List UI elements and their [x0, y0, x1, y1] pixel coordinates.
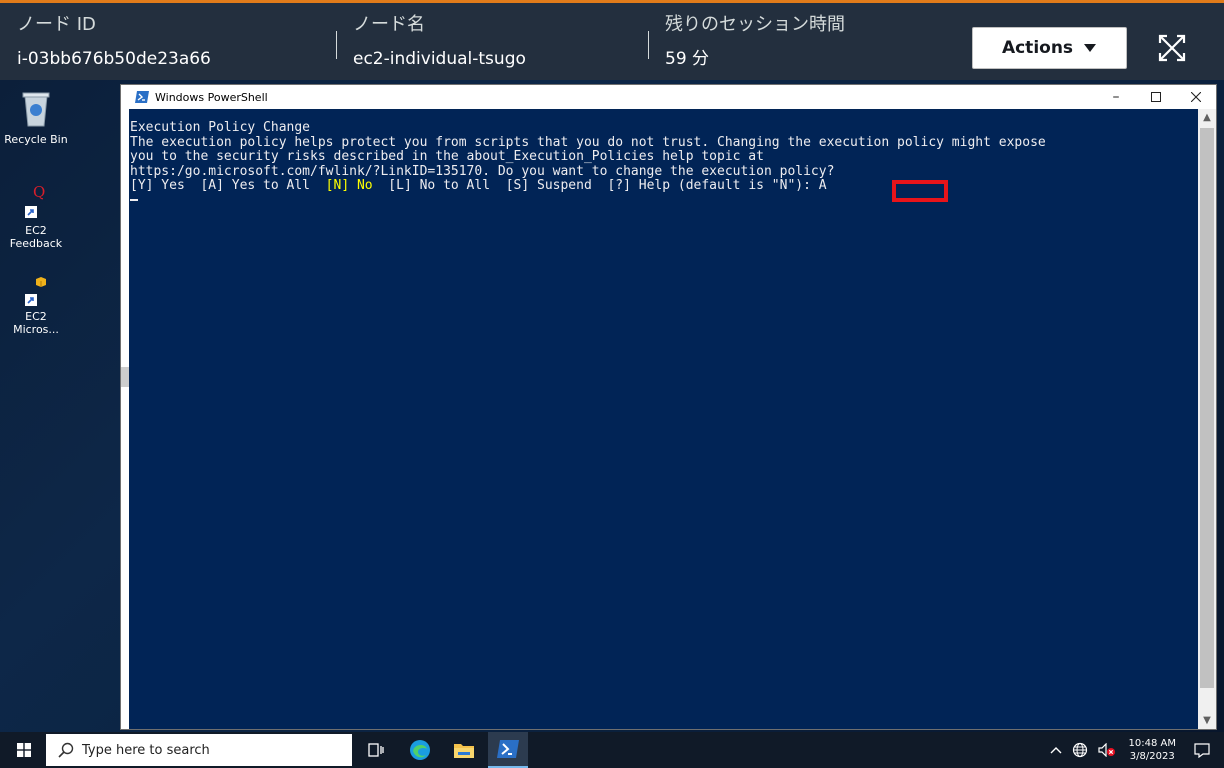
notification-icon: [1194, 742, 1210, 758]
clock-time: 10:48 AM: [1128, 738, 1176, 749]
clock-date: 3/8/2023: [1129, 751, 1175, 762]
divider: [648, 31, 649, 59]
cursor-line: [130, 194, 1196, 209]
desktop-icon-label: Recycle Bin: [4, 133, 68, 146]
minimize-button[interactable]: –: [1096, 85, 1136, 109]
close-icon: [1191, 92, 1201, 102]
prompt-options: [Y] Yes [A] Yes to All: [130, 178, 326, 193]
shortcut-arrow-icon: [25, 294, 37, 306]
window-titlebar[interactable]: Windows PowerShell –: [121, 85, 1216, 109]
node-name-section: ノード名 ec2-individual-tsugo: [353, 13, 526, 71]
scroll-down-arrow-icon[interactable]: ▼: [1198, 712, 1216, 729]
caret-down-icon: [1084, 44, 1097, 52]
tray-expand-button[interactable]: [1045, 746, 1067, 754]
speaker-muted-icon: [1097, 743, 1115, 757]
console-line: https:/go.microsoft.com/fwlink/?LinkID=1…: [130, 163, 835, 179]
left-scroll-strip: [121, 109, 129, 729]
notifications-button[interactable]: [1184, 742, 1224, 758]
close-button[interactable]: [1176, 85, 1216, 109]
prompt-options: [L] No to All [S] Suspend [?] Help (defa…: [372, 178, 819, 193]
console-output[interactable]: Execution Policy Change The execution pol…: [130, 121, 1196, 721]
maximize-icon: [1151, 92, 1161, 102]
system-tray: 10:48 AM 3/8/2023: [1045, 732, 1224, 768]
globe-icon: [1072, 742, 1087, 758]
prompt-options-line: [Y] Yes [A] Yes to All [N] No [L] No to …: [130, 178, 1196, 194]
node-name-value: ec2-individual-tsugo: [353, 49, 526, 69]
scrollbar-thumb[interactable]: [1200, 128, 1214, 688]
shortcut-arrow-icon: [25, 206, 37, 218]
ec2-package-icon: [19, 276, 53, 308]
edge-icon: [410, 740, 430, 760]
console-line: Execution Policy Change: [130, 121, 311, 135]
desktop-icon-label: EC2 Feedback: [9, 224, 63, 250]
file-explorer-button[interactable]: [444, 732, 484, 768]
windows-logo-icon: [17, 743, 31, 757]
vertical-scrollbar[interactable]: ▲ ▼: [1198, 109, 1216, 729]
search-placeholder: Type here to search: [82, 742, 210, 758]
remaining-time-value: 59 分: [665, 49, 710, 69]
network-button[interactable]: [1067, 742, 1093, 758]
taskbar: Type here to search 10:48 AM 3/8/2023: [0, 732, 1224, 768]
taskbar-search[interactable]: Type here to search: [46, 734, 352, 766]
console-line: The execution policy helps protect you f…: [130, 134, 1046, 150]
node-id-label: ノード ID: [17, 14, 96, 35]
expand-icon: [1158, 34, 1186, 62]
recycle-bin-icon: [1, 88, 71, 131]
node-id-value: i-03bb676b50de23a66: [17, 49, 211, 69]
edge-button[interactable]: [400, 732, 440, 768]
default-option: [N] No: [325, 178, 373, 193]
powershell-icon: [135, 91, 149, 103]
fullscreen-button[interactable]: [1150, 27, 1194, 69]
volume-button[interactable]: [1093, 743, 1121, 757]
feedback-app-icon: Q: [19, 185, 53, 222]
remaining-time-section: 残りのセッション時間 59 分: [665, 13, 845, 71]
powershell-icon: [497, 740, 519, 758]
powershell-taskbar-button[interactable]: [488, 732, 528, 768]
divider: [336, 31, 337, 59]
text-cursor: [130, 199, 138, 201]
desktop-icon-label: EC2 Micros...: [13, 310, 59, 336]
task-view-icon: [368, 743, 384, 757]
powershell-window[interactable]: Windows PowerShell – Execution Policy Ch…: [120, 84, 1217, 730]
window-title: Windows PowerShell: [155, 90, 268, 104]
search-icon: [58, 742, 74, 758]
maximize-button[interactable]: [1136, 85, 1176, 109]
console-line: you to the security risks described in t…: [130, 149, 764, 164]
clock[interactable]: 10:48 AM 3/8/2023: [1121, 737, 1184, 763]
actions-label: Actions: [1001, 38, 1074, 58]
desktop-icon-recycle-bin[interactable]: Recycle Bin: [1, 88, 71, 146]
start-button[interactable]: [8, 732, 40, 768]
answer-highlight-box: [892, 180, 948, 202]
remaining-time-label: 残りのセッション時間: [665, 14, 845, 35]
desktop-icon-ec2-feedback[interactable]: Q EC2 Feedback: [1, 185, 71, 251]
node-name-label: ノード名: [353, 14, 425, 35]
actions-button[interactable]: Actions: [972, 27, 1127, 69]
desktop-icon-ec2-microsoft[interactable]: EC2 Micros...: [1, 276, 71, 336]
scroll-up-arrow-icon[interactable]: ▲: [1198, 109, 1216, 126]
folder-icon: [454, 744, 474, 758]
node-id-section: ノード ID i-03bb676b50de23a66: [17, 13, 211, 71]
chevron-up-icon: [1050, 747, 1062, 754]
user-answer: A: [818, 178, 827, 193]
task-view-button[interactable]: [356, 732, 396, 768]
session-header: ノード ID i-03bb676b50de23a66 ノード名 ec2-indi…: [0, 0, 1224, 80]
